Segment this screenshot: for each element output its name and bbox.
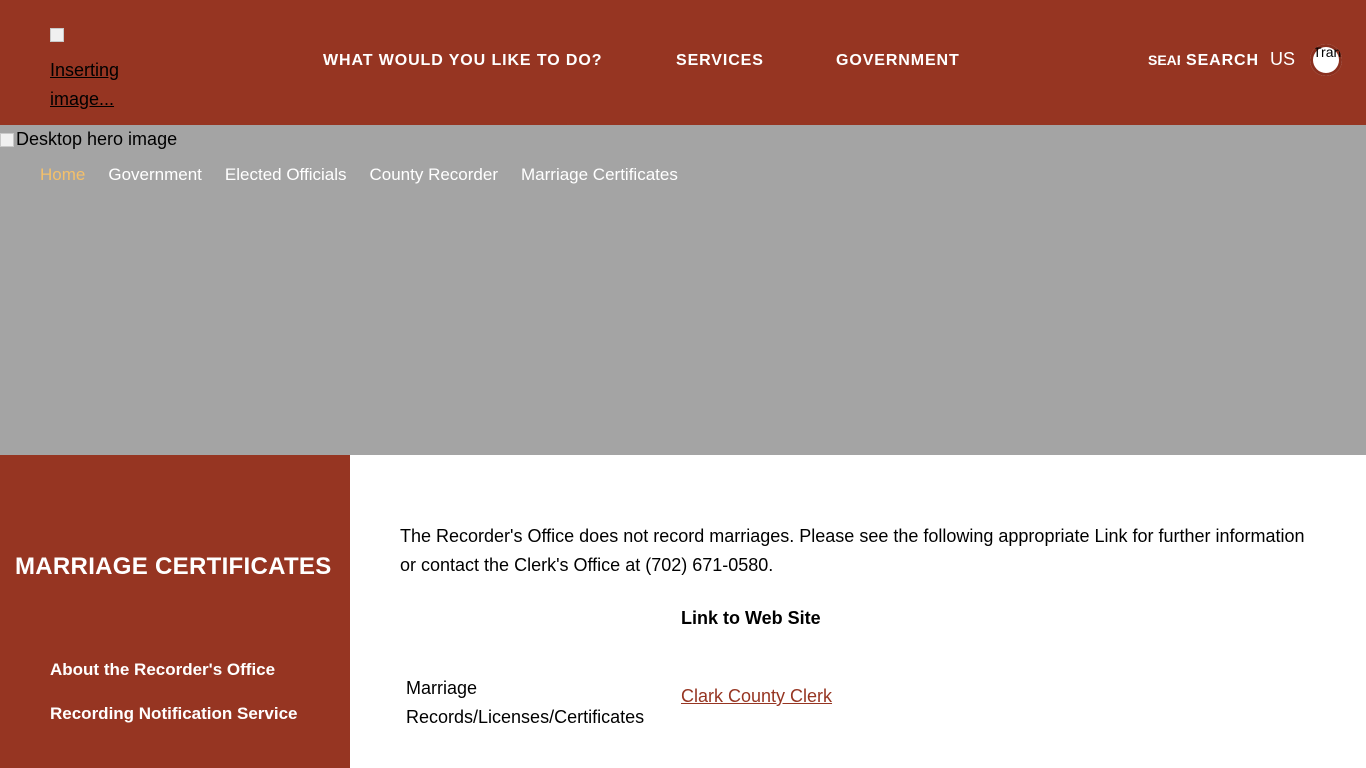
- breadcrumb-county-recorder[interactable]: County Recorder: [369, 165, 498, 185]
- hero-banner: Desktop hero image Home Government Elect…: [0, 125, 1366, 455]
- site-logo[interactable]: Inserting image...: [50, 27, 140, 109]
- sidebar-item-recording-notification[interactable]: Recording Notification Service: [50, 704, 310, 724]
- nav-government[interactable]: GOVERNMENT: [836, 52, 960, 70]
- breadcrumb-government[interactable]: Government: [108, 165, 202, 185]
- clark-county-clerk-link[interactable]: Clark County Clerk: [681, 686, 832, 706]
- sidebar-title: MARRIAGE CERTIFICATES: [15, 553, 332, 580]
- sidebar-links: About the Recorder's Office Recording No…: [50, 660, 310, 748]
- table-row-link-cell: Clark County Clerk: [681, 686, 832, 707]
- main-content: The Recorder's Office does not record ma…: [400, 522, 1320, 727]
- broken-image-icon: [50, 28, 64, 42]
- nav-services[interactable]: SERVICES: [676, 52, 764, 70]
- breadcrumb: Home Government Elected Officials County…: [40, 165, 701, 185]
- translate-button[interactable]: Translate: [1310, 44, 1342, 76]
- site-header: Inserting image... WHAT WOULD YOU LIKE T…: [0, 0, 1366, 125]
- translate-icon: Translate: [1313, 44, 1342, 60]
- breadcrumb-elected-officials[interactable]: Elected Officials: [225, 165, 347, 185]
- broken-image-icon: [0, 132, 14, 147]
- search-label: SEARCH: [1186, 52, 1259, 69]
- search-icon: SEARCH: [1148, 52, 1180, 68]
- hero-image-alt: Desktop hero image: [16, 129, 178, 149]
- search-button[interactable]: SEARCH SEARCH: [1148, 46, 1259, 76]
- sidebar: MARRIAGE CERTIFICATES About the Recorder…: [0, 455, 350, 768]
- table-row-label: Marriage Records/Licenses/Certificates: [406, 678, 645, 727]
- intro-text: The Recorder's Office does not record ma…: [400, 526, 1305, 575]
- breadcrumb-home[interactable]: Home: [40, 165, 85, 185]
- breadcrumb-marriage-certificates[interactable]: Marriage Certificates: [521, 165, 678, 185]
- hero-image: Desktop hero image: [0, 129, 177, 150]
- logo-alt-text[interactable]: Inserting image...: [50, 60, 119, 109]
- sidebar-item-about-recorder[interactable]: About the Recorder's Office: [50, 660, 310, 680]
- table-header: Link to Web Site: [681, 608, 821, 628]
- nav-what-would-you-like-to-do[interactable]: WHAT WOULD YOU LIKE TO DO?: [323, 52, 602, 70]
- language-selector[interactable]: US: [1270, 49, 1295, 70]
